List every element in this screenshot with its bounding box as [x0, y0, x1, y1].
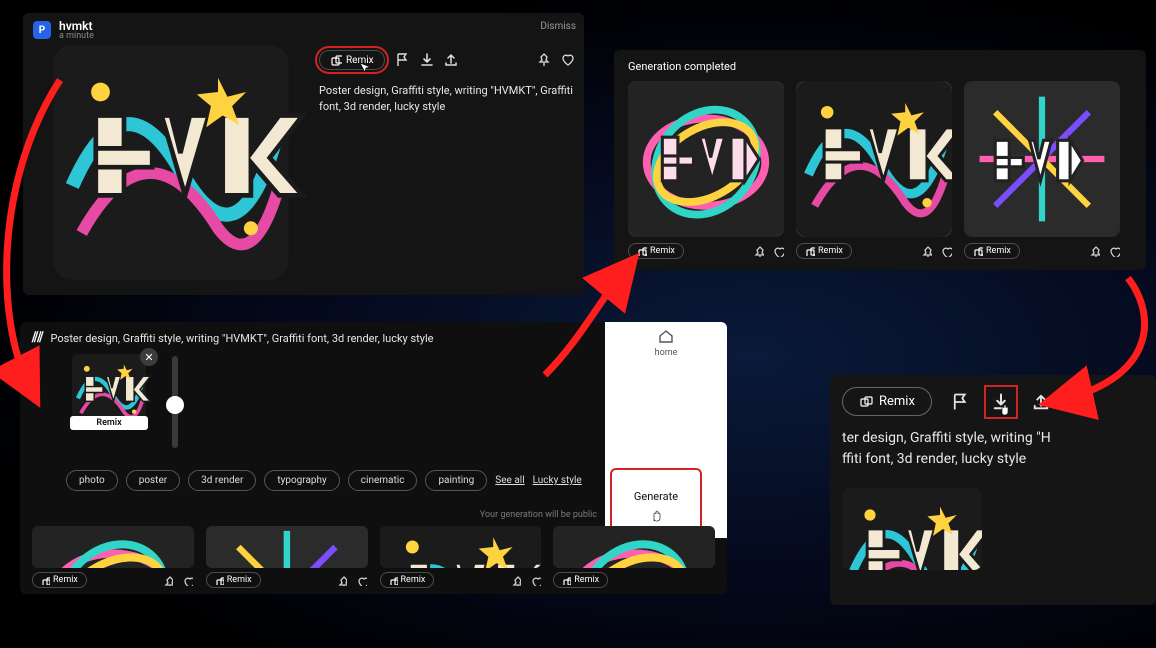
- download-icon[interactable]: [990, 391, 1012, 413]
- share-icon[interactable]: [443, 53, 457, 67]
- post-time: a minute: [59, 31, 94, 41]
- gen-image[interactable]: [964, 81, 1120, 237]
- tag-painting[interactable]: painting: [425, 470, 487, 491]
- remix-button[interactable]: Remix: [319, 50, 385, 70]
- tag-cinematic[interactable]: cinematic: [348, 470, 418, 491]
- close-icon[interactable]: ✕: [140, 348, 158, 366]
- strip-card: Remix: [380, 526, 542, 588]
- remix-button[interactable]: Remix: [553, 572, 608, 588]
- post-panel: P hvmkt a minute Dismiss Remix Pos: [23, 13, 584, 295]
- remix-button[interactable]: Remix: [842, 387, 932, 416]
- tag-photo[interactable]: photo: [66, 470, 118, 491]
- strip-card: Remix: [553, 526, 715, 588]
- app-logo[interactable]: ⫽⫽: [32, 330, 43, 346]
- pin-icon[interactable]: [752, 245, 764, 257]
- flag-icon[interactable]: [395, 53, 409, 67]
- heart-icon[interactable]: [940, 245, 952, 257]
- public-note: Your generation will be public: [480, 510, 597, 520]
- see-all-link[interactable]: See all: [495, 475, 524, 486]
- lucky-style-link[interactable]: Lucky style: [533, 475, 582, 486]
- dismiss-link[interactable]: Dismiss: [540, 21, 576, 32]
- pin-icon[interactable]: [509, 574, 521, 586]
- pin-icon[interactable]: [162, 574, 174, 586]
- download-panel: Remix ter design, Graffiti style, writin…: [830, 375, 1156, 605]
- gen-card: Remix: [628, 81, 784, 259]
- strip-image[interactable]: [32, 526, 194, 568]
- share-icon[interactable]: [1030, 391, 1052, 413]
- generation-title: Generation completed: [628, 60, 1132, 73]
- gen-image[interactable]: [796, 81, 952, 237]
- strip-card: Remix: [32, 526, 194, 588]
- avatar[interactable]: P: [33, 21, 51, 39]
- remix-label: Remix: [879, 394, 915, 409]
- heart-icon[interactable]: [772, 245, 784, 257]
- tag-typography[interactable]: typography: [264, 470, 339, 491]
- strip-image[interactable]: [380, 526, 542, 568]
- prompt-line-2: ffiti font, 3d render, lucky style: [842, 449, 1144, 470]
- heart-icon[interactable]: [529, 574, 541, 586]
- gallery-strip: Remix Remix Remix Remix: [32, 526, 715, 588]
- gen-image[interactable]: [628, 81, 784, 237]
- remix-button[interactable]: Remix: [796, 243, 852, 259]
- tag-3d-render[interactable]: 3d render: [188, 470, 256, 491]
- heart-icon[interactable]: [1108, 245, 1120, 257]
- post-header: P hvmkt a minute Dismiss: [23, 13, 584, 45]
- gen-card: Remix: [796, 81, 952, 259]
- prompt-line-1: ter design, Graffiti style, writing "H: [842, 428, 1144, 449]
- generate-label: Generate: [634, 490, 678, 503]
- slider-knob[interactable]: [166, 396, 184, 414]
- heart-icon[interactable]: [560, 53, 574, 67]
- download-icon[interactable]: [419, 53, 433, 67]
- reference-image[interactable]: ✕ Remix: [66, 354, 152, 428]
- remix-button[interactable]: Remix: [964, 243, 1020, 259]
- remix-button[interactable]: Remix: [628, 243, 684, 259]
- generation-panel: Generation completed Remix Remix: [614, 50, 1146, 270]
- remix-button[interactable]: Remix: [380, 572, 435, 588]
- gen-card: Remix: [964, 81, 1120, 259]
- editor-panel: home Generate ⫽⫽ Poster design, Graffiti…: [20, 322, 727, 594]
- tag-poster[interactable]: poster: [126, 470, 180, 491]
- pin-icon[interactable]: [1088, 245, 1100, 257]
- flag-icon[interactable]: [950, 391, 972, 413]
- strength-slider[interactable]: [172, 356, 178, 448]
- pin-icon[interactable]: [536, 53, 550, 67]
- heart-icon[interactable]: [356, 574, 368, 586]
- strip-card: Remix: [206, 526, 368, 588]
- strip-image[interactable]: [206, 526, 368, 568]
- preview-thumb[interactable]: [842, 488, 982, 570]
- strip-image[interactable]: [553, 526, 715, 568]
- pin-icon[interactable]: [920, 245, 932, 257]
- post-image[interactable]: [33, 45, 309, 280]
- action-row: Remix: [319, 45, 574, 75]
- pin-icon[interactable]: [336, 574, 348, 586]
- prompt-text: Poster design, Graffiti style, writing "…: [319, 83, 574, 115]
- heart-icon[interactable]: [182, 574, 194, 586]
- remix-button[interactable]: Remix: [32, 572, 87, 588]
- remix-button[interactable]: Remix: [206, 572, 261, 588]
- reference-tag: Remix: [70, 416, 148, 430]
- home-icon[interactable]: [657, 328, 675, 346]
